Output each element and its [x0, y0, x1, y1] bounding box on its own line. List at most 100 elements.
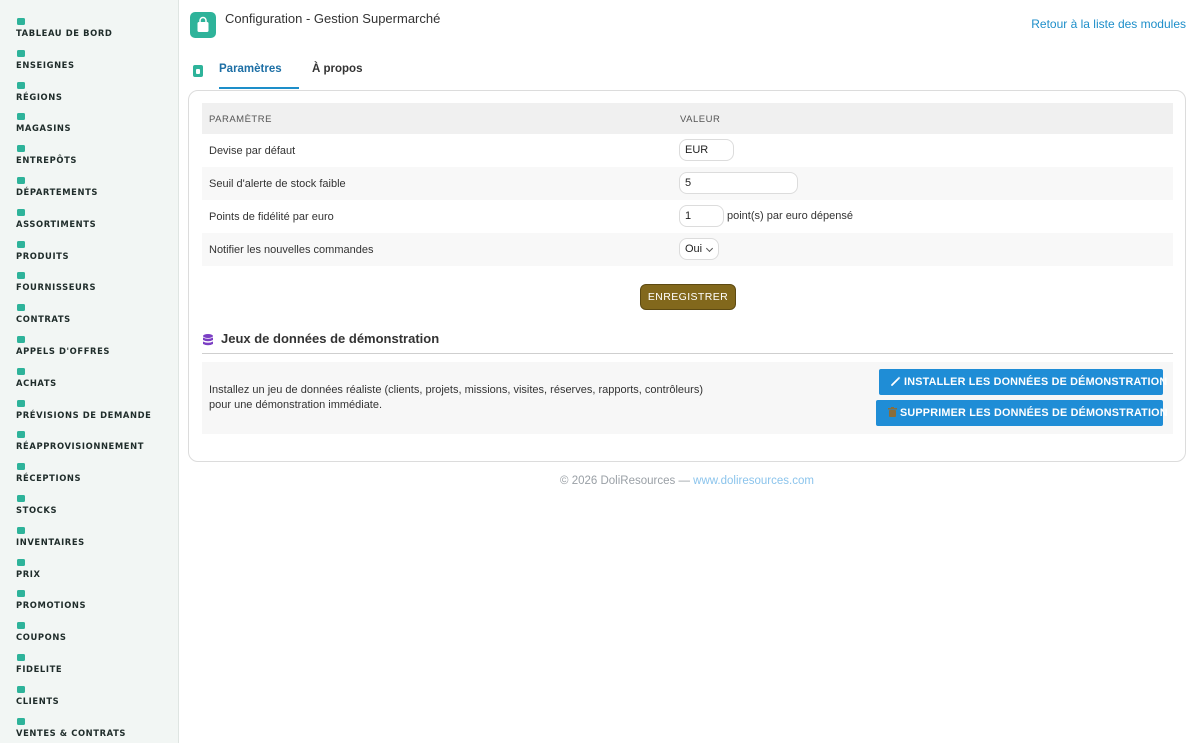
gavel-icon [16, 335, 26, 344]
tab-bar: Paramètres À propos [188, 55, 1188, 89]
sidebar-item[interactable]: PRODUITS [16, 240, 171, 264]
sidebar-item-label: PRIX [16, 568, 41, 579]
document-icon [16, 303, 26, 312]
sidebar-item[interactable]: APPELS D'OFFRES [16, 335, 171, 359]
database-icon [203, 333, 213, 346]
save-button[interactable]: ENREGISTRER [640, 284, 736, 310]
sidebar-item[interactable]: PRÉVISIONS DE DEMANDE [16, 399, 171, 423]
sidebar-item[interactable]: VENTES & CONTRATS [16, 717, 171, 741]
sidebar-item-label: ENTREPÔTS [16, 155, 78, 166]
sidebar-item-label: VENTES & CONTRATS [16, 727, 127, 738]
demo-section-header: Jeux de données de démonstration [202, 331, 1173, 354]
back-to-modules-link[interactable]: Retour à la liste des modules [1031, 17, 1186, 31]
clipboard-check-icon [16, 526, 26, 535]
notify-orders-selected-value: Oui [685, 243, 703, 255]
setting-label-notify-orders: Notifier les nouvelles commandes [209, 244, 374, 256]
sidebar-item[interactable]: INVENTAIRES [16, 526, 171, 550]
loyalty-points-input[interactable] [679, 205, 724, 227]
sidebar-item-label: ENSEIGNES [16, 59, 75, 70]
footer-website-link[interactable]: www.doliresources.com [693, 475, 814, 487]
sidebar-item-label: ASSORTIMENTS [16, 218, 97, 229]
table-row: Seuil d'alerte de stock faible [202, 167, 1173, 200]
sidebar-item[interactable]: DÉPARTEMENTS [16, 176, 171, 200]
table-row: Devise par défaut [202, 134, 1173, 167]
sidebar-item-label: APPELS D'OFFRES [16, 346, 111, 356]
sidebar-item[interactable]: TABLEAU DE BORD [16, 17, 171, 41]
settings-card: PARAMÈTRE VALEUR Devise par défaut Seuil… [188, 90, 1186, 462]
setting-label-loyalty-points: Points de fidélité par euro [209, 211, 334, 223]
user-icon [16, 685, 26, 694]
id-card-icon [16, 653, 26, 662]
sidebar-item[interactable]: FIDELITE [16, 653, 171, 677]
sidebar-item[interactable]: MAGASINS [16, 112, 171, 136]
sidebar-item[interactable]: PROMOTIONS [16, 589, 171, 613]
chart-line-icon [16, 399, 26, 408]
cart-icon [16, 367, 26, 376]
flag-icon [16, 49, 26, 58]
sidebar-item[interactable]: ASSORTIMENTS [16, 208, 171, 232]
sidebar-item-label: PRODUITS [16, 250, 70, 261]
module-icon [193, 65, 203, 77]
sidebar-item-label: CONTRATS [16, 314, 71, 325]
demo-description-line: pour une démonstration immédiate. [209, 399, 383, 411]
ticket-icon [16, 621, 26, 630]
demo-panel: Installez un jeu de données réaliste (cl… [202, 362, 1173, 434]
box-icon [16, 240, 26, 249]
tags-icon [16, 558, 26, 567]
setting-label-currency: Devise par défaut [209, 145, 296, 157]
active-tab-indicator [219, 87, 299, 89]
sidebar-item[interactable]: ACHATS [16, 367, 171, 391]
delete-demo-data-button[interactable]: SUPPRIMER LES DONNÉES DE DÉMONSTRATION [876, 400, 1168, 427]
sidebar-item-label: RÉCEPTIONS [16, 473, 82, 484]
dashboard-icon [16, 17, 26, 26]
sidebar-item[interactable]: STOCKS [16, 494, 171, 518]
loyalty-points-suffix: point(s) par euro dépensé [727, 210, 853, 222]
tab-parametres[interactable]: Paramètres [208, 63, 293, 89]
sidebar-item[interactable]: RÉAPPROVISIONNEMENT [16, 430, 171, 454]
sidebar-item[interactable]: RÉCEPTIONS [16, 462, 171, 486]
stock-threshold-input[interactable] [679, 172, 798, 194]
sidebar-item-label: FIDELITE [16, 664, 63, 674]
demo-section-title: Jeux de données de démonstration [221, 331, 440, 346]
sidebar-item[interactable]: ENTREPÔTS [16, 144, 171, 168]
sidebar-item[interactable]: COUPONS [16, 621, 171, 645]
sidebar: TABLEAU DE BORD ENSEIGNES RÉGIONS MAGASINS E… [0, 0, 179, 743]
demo-description: Installez un jeu de données réaliste (cl… [209, 383, 703, 413]
delete-demo-data-label: SUPPRIMER LES DONNÉES DE DÉMONSTRATION [900, 407, 1168, 419]
sidebar-item-label: DÉPARTEMENTS [16, 187, 99, 197]
table-row: Notifier les nouvelles commandes Oui [202, 233, 1173, 266]
sidebar-item-label: RÉGIONS [16, 91, 63, 102]
magic-wand-icon [891, 370, 901, 396]
sidebar-item[interactable]: PRIX [16, 558, 171, 582]
store-icon [16, 112, 26, 121]
install-demo-data-button[interactable]: INSTALLER LES DONNÉES DE DÉMONSTRATION [879, 369, 1167, 396]
footer: © 2026 DoliResources — www.doliresources… [188, 475, 1186, 487]
sync-icon [16, 430, 26, 439]
table-header: PARAMÈTRE VALEUR [202, 103, 1173, 134]
tab-a-propos[interactable]: À propos [312, 63, 362, 75]
sidebar-item-label: CLIENTS [16, 695, 60, 706]
page-title: Configuration - Gestion Supermarché [225, 11, 441, 26]
map-icon [16, 81, 26, 90]
notify-orders-select[interactable]: Oui [679, 238, 719, 260]
sidebar-item[interactable]: CONTRATS [16, 303, 171, 327]
sidebar-item-label: COUPONS [16, 632, 67, 643]
sidebar-item-label: RÉAPPROVISIONNEMENT [16, 441, 145, 452]
sidebar-item[interactable]: CLIENTS [16, 685, 171, 709]
sidebar-item[interactable]: ENSEIGNES [16, 49, 171, 73]
sidebar-item-label: INVENTAIRES [16, 536, 85, 547]
shopping-bag-icon [190, 12, 216, 38]
sidebar-item-label: PRÉVISIONS DE DEMANDE [16, 409, 152, 420]
demo-description-line: Installez un jeu de données réaliste (cl… [209, 384, 703, 396]
sidebar-item[interactable]: RÉGIONS [16, 81, 171, 105]
dolly-icon [16, 462, 26, 471]
chevron-down-icon [705, 244, 714, 253]
currency-input[interactable] [679, 139, 734, 161]
trash-icon [888, 401, 897, 427]
boxes-icon [16, 494, 26, 503]
warehouse-icon [16, 144, 26, 153]
sidebar-item-label: STOCKS [16, 505, 58, 515]
basket-icon [16, 176, 26, 185]
sidebar-item-label: PROMOTIONS [16, 600, 87, 611]
sidebar-item[interactable]: FOURNISSEURS [16, 271, 171, 295]
